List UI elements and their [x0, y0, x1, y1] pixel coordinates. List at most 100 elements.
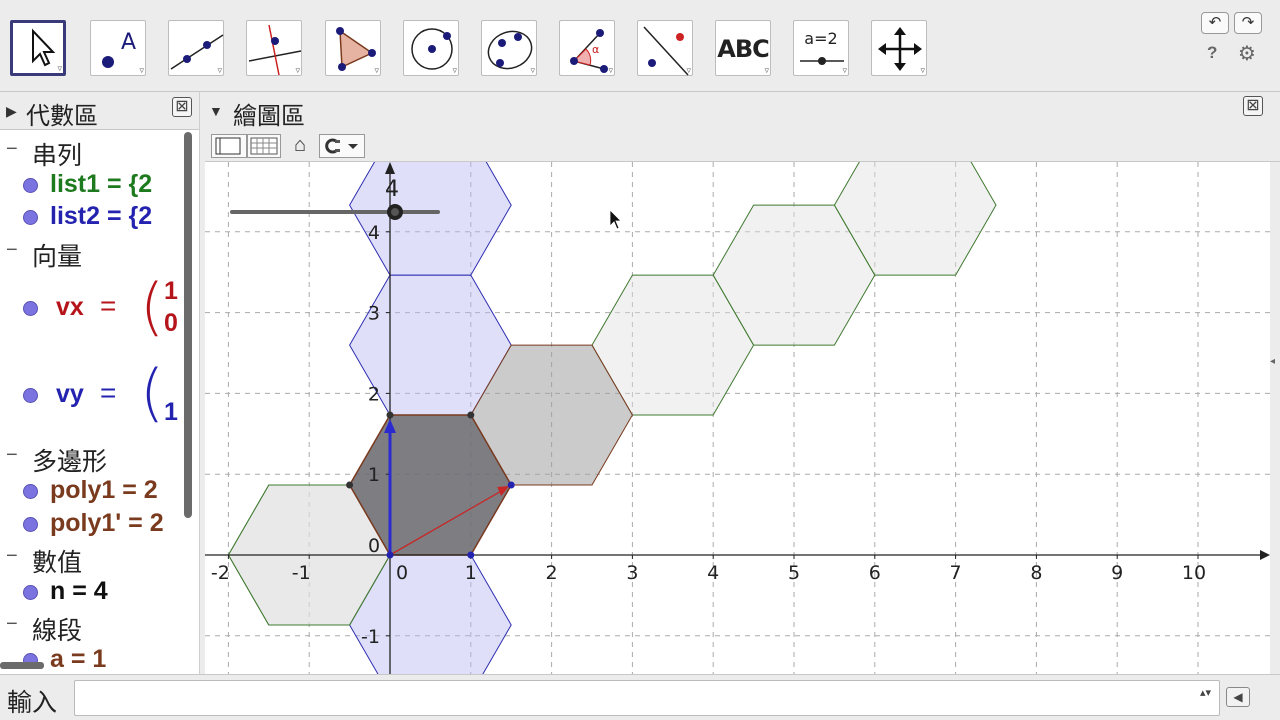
svg-text:α: α	[592, 43, 599, 56]
algebra-horizontal-scrollbar[interactable]	[0, 662, 44, 669]
toggle-grid-button[interactable]	[247, 134, 281, 158]
visibility-dot-icon[interactable]	[23, 585, 38, 600]
right-panel-handle-icon[interactable]: ◂	[1270, 356, 1275, 367]
list-item-list1[interactable]: list1 = {2	[0, 170, 182, 202]
x-tick-label: 7	[950, 562, 962, 584]
angle-tool-button[interactable]: α ▿	[559, 20, 615, 76]
x-tick-label: 10	[1182, 562, 1206, 584]
x-axis-arrow-icon	[1260, 550, 1270, 560]
point-tool-button[interactable]: A ▿	[90, 20, 146, 76]
axes-icon	[215, 137, 241, 155]
collapse-arrow-icon[interactable]: ▼	[209, 103, 223, 119]
move-graphics-view-button[interactable]: ▿	[871, 20, 927, 76]
svg-text:A: A	[121, 30, 136, 55]
y-tick-label: 2	[368, 383, 380, 405]
algebra-title-bar: ▶ 代數區 ⊠	[0, 92, 199, 130]
origin-y-label: 0	[368, 535, 380, 557]
category-segments[interactable]: − 線段	[0, 611, 182, 645]
graphics-view: ▼ 繪圖區 ⊠ ⌂ -2 -1 1 2 3 4 5 6 7 8 9 10 1 2…	[205, 92, 1280, 674]
collapse-arrow-icon[interactable]: ▶	[6, 103, 17, 120]
y-tick-label: -1	[361, 626, 380, 648]
line-tool-button[interactable]: ▿	[168, 20, 224, 76]
matrix-paren: (	[140, 272, 165, 343]
x-tick-label: 5	[788, 562, 800, 584]
polygon-tool-button[interactable]: ▿	[325, 20, 381, 76]
vertex-point	[467, 411, 475, 419]
visibility-dot-icon[interactable]	[23, 210, 38, 225]
list-item-poly1-prime[interactable]: poly1' = 2	[0, 509, 182, 541]
visibility-dot-icon[interactable]	[23, 178, 38, 193]
algebra-vertical-scrollbar[interactable]	[184, 132, 192, 518]
mouse-cursor-icon	[609, 209, 622, 230]
category-vectors[interactable]: − 向量	[0, 237, 182, 271]
vertex-point	[467, 551, 475, 559]
tool-dropdown-icon: ▿	[57, 63, 62, 73]
redo-button[interactable]: ↷	[1234, 12, 1262, 34]
x-tick-label: 4	[707, 562, 719, 584]
list-item-list2[interactable]: list2 = {2	[0, 202, 182, 234]
x-tick-label: 2	[546, 562, 558, 584]
coordinate-plane[interactable]: -2 -1 1 2 3 4 5 6 7 8 9 10 1 2 3 4 -1 00 4	[205, 162, 1270, 674]
tool-dropdown-icon: ▿	[374, 65, 379, 75]
perpendicular-line-tool-button[interactable]: ▿	[246, 20, 302, 76]
help-icon[interactable]: ?	[1207, 43, 1217, 63]
x-tick-label: 3	[626, 562, 638, 584]
toolbar: ▿ A ▿ ▿ ▿ ▿ ▿ ▿ α ▿ ▿ ABC ▿ a=2 ▿ ▿ ↶ ↷ …	[0, 0, 1280, 92]
tool-dropdown-icon: ▿	[217, 65, 222, 75]
x-tick-label: -2	[211, 562, 230, 584]
collapse-minus-icon[interactable]: −	[6, 138, 18, 161]
history-spinner-icon[interactable]: ▴▾	[1200, 688, 1211, 699]
y-tick-label: 4	[368, 222, 380, 244]
category-polygons[interactable]: − 多邊形	[0, 442, 182, 476]
circle-tool-button[interactable]: ▿	[403, 20, 459, 76]
matrix-paren: (	[140, 356, 165, 429]
list-item-a[interactable]: a = 1	[0, 645, 182, 674]
input-bar: 輸入 ▴▾ ◀	[0, 674, 1280, 720]
list-item-n[interactable]: n = 4	[0, 577, 182, 609]
point-capture-dropdown[interactable]	[319, 134, 365, 158]
list-item-poly1[interactable]: poly1 = 2	[0, 476, 182, 508]
toggle-axes-button[interactable]	[211, 134, 247, 158]
vertex-point	[386, 551, 394, 559]
undo-button[interactable]: ↶	[1201, 12, 1229, 34]
text-tool-label: ABC	[717, 35, 769, 63]
category-lists[interactable]: − 串列	[0, 136, 182, 170]
geogebra-window: ▿ A ▿ ▿ ▿ ▿ ▿ ▿ α ▿ ▿ ABC ▿ a=2 ▿ ▿ ↶ ↷ …	[0, 0, 1280, 720]
input-help-button[interactable]: ◀	[1226, 687, 1250, 707]
collapse-minus-icon[interactable]: −	[6, 545, 18, 568]
text-tool-button[interactable]: ABC ▿	[715, 20, 771, 76]
tool-dropdown-icon: ▿	[608, 65, 613, 75]
collapse-minus-icon[interactable]: −	[6, 239, 18, 262]
visibility-dot-icon[interactable]	[23, 301, 38, 316]
slider-tool-button[interactable]: a=2 ▿	[793, 20, 849, 76]
collapse-minus-icon[interactable]: −	[6, 444, 18, 467]
list-item-vx[interactable]: vx = ( 1 0	[0, 272, 182, 352]
close-algebra-view-button[interactable]: ⊠	[172, 97, 192, 117]
x-tick-label: 6	[869, 562, 881, 584]
move-tool-button[interactable]: ▿	[10, 20, 66, 76]
home-button[interactable]: ⌂	[287, 134, 313, 158]
visibility-dot-icon[interactable]	[23, 484, 38, 499]
reflect-tool-button[interactable]: ▿	[637, 20, 693, 76]
graphics-title-bar: ▼ 繪圖區 ⊠	[205, 92, 1280, 130]
settings-gear-icon[interactable]: ⚙	[1238, 41, 1256, 66]
graphics-style-bar: ⌂	[205, 130, 1280, 162]
x-tick-label: -1	[292, 562, 311, 584]
x-tick-label: 1	[465, 562, 477, 584]
close-graphics-view-button[interactable]: ⊠	[1243, 96, 1263, 116]
vertex-point	[507, 481, 515, 489]
visibility-dot-icon[interactable]	[23, 388, 38, 403]
conic-tool-button[interactable]: ▿	[481, 20, 537, 76]
graphics-title: 繪圖區	[233, 103, 305, 130]
x-tick-label: 8	[1030, 562, 1042, 584]
visibility-dot-icon[interactable]	[23, 517, 38, 532]
list-item-vy[interactable]: vy = ( 1	[0, 354, 182, 440]
magnet-dropdown-icon	[325, 138, 358, 154]
input-field[interactable]	[74, 680, 1220, 716]
input-label: 輸入	[7, 689, 58, 717]
collapse-minus-icon[interactable]: −	[6, 613, 18, 636]
drawing-canvas[interactable]: -2 -1 1 2 3 4 5 6 7 8 9 10 1 2 3 4 -1 0 0 4	[205, 162, 1270, 674]
x-tick-label: 9	[1111, 562, 1123, 584]
category-numbers[interactable]: − 數值	[0, 543, 182, 577]
blue-hexagon	[349, 162, 512, 276]
